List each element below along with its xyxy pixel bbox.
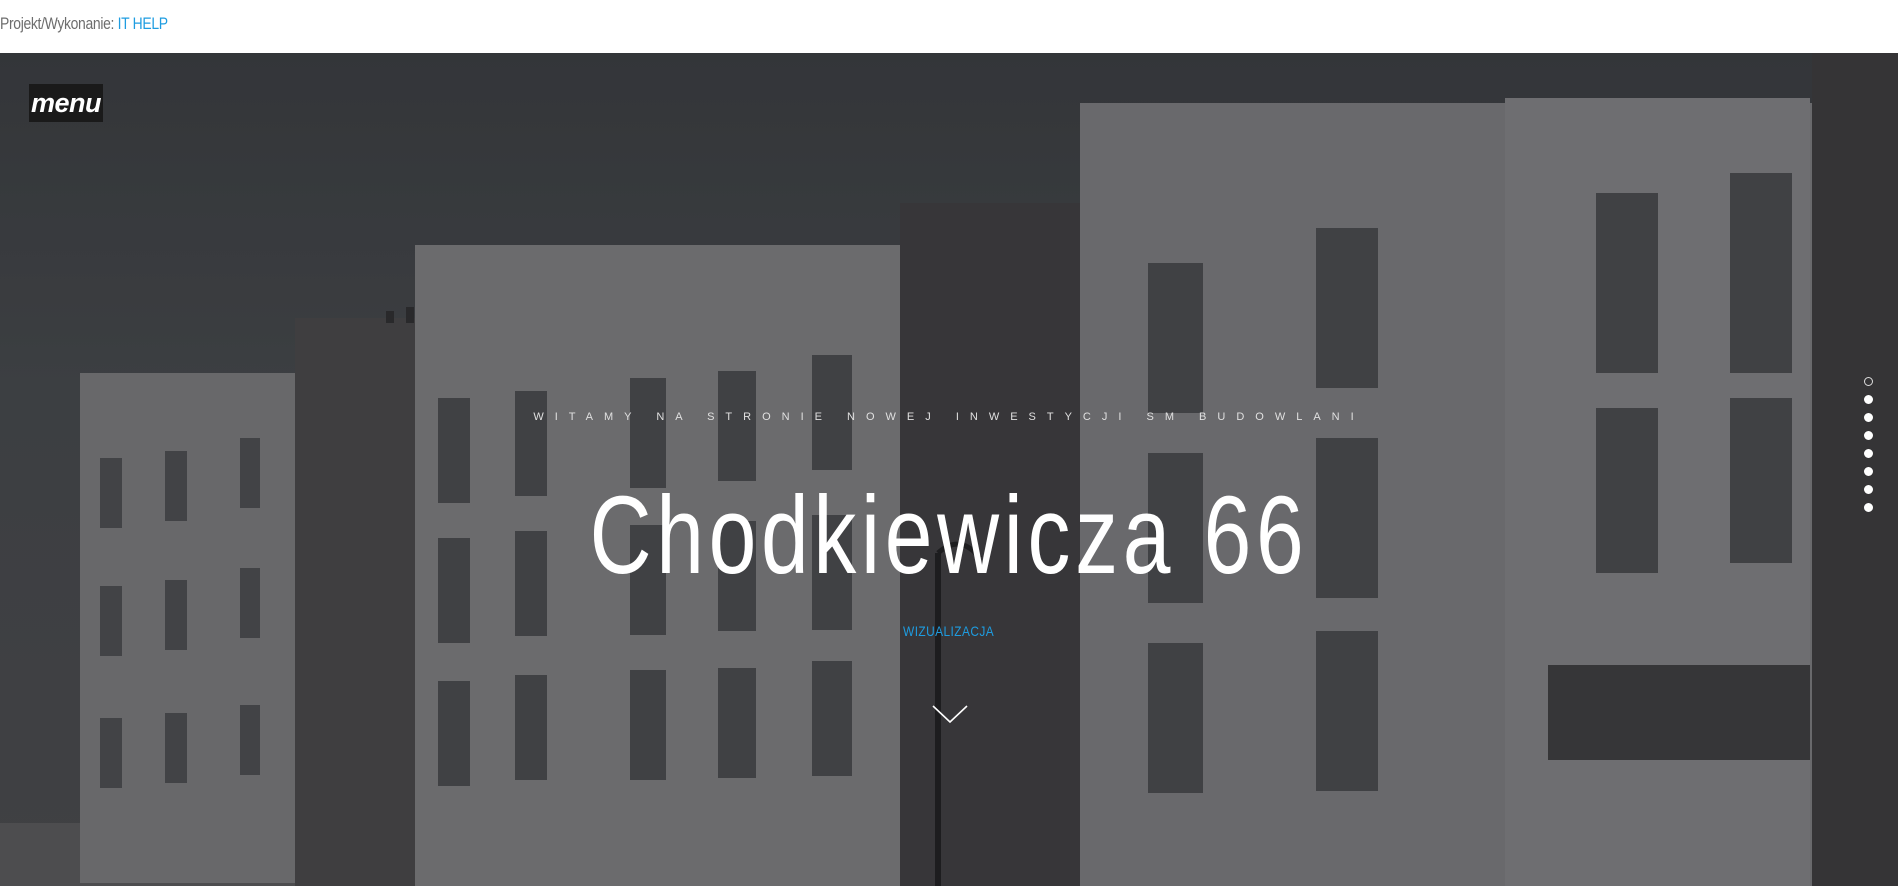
section-dot-6[interactable] xyxy=(1864,467,1873,476)
section-dot-7[interactable] xyxy=(1864,485,1873,494)
section-dot-5[interactable] xyxy=(1864,449,1873,458)
section-dot-3[interactable] xyxy=(1864,413,1873,422)
menu-button[interactable]: menu xyxy=(29,84,103,122)
top-credit-bar: Projekt/Wykonanie: IT HELP xyxy=(0,0,1898,53)
credit-link[interactable]: IT HELP xyxy=(118,14,168,33)
hero-section: menu WITAMY NA STRONIE NOWEJ INWESTYCJI … xyxy=(0,53,1898,886)
section-dot-1[interactable] xyxy=(1864,377,1873,386)
visualization-link[interactable]: WIZUALIZACJA xyxy=(903,623,994,639)
section-dots xyxy=(1864,377,1878,521)
credit-label: Projekt/Wykonanie: xyxy=(0,14,115,33)
section-dot-4[interactable] xyxy=(1864,431,1873,440)
sub-link-wrap: WIZUALIZACJA xyxy=(0,623,1898,641)
chevron-down-icon[interactable] xyxy=(931,703,969,725)
credit-line: Projekt/Wykonanie: IT HELP xyxy=(0,14,168,34)
welcome-text: WITAMY NA STRONIE NOWEJ INWESTYCJI SM BU… xyxy=(533,411,1365,423)
hero-dark-overlay xyxy=(0,53,1898,886)
page-title: Chodkiewicza 66 xyxy=(589,474,1309,597)
section-dot-8[interactable] xyxy=(1864,503,1873,512)
section-dot-2[interactable] xyxy=(1864,395,1873,404)
